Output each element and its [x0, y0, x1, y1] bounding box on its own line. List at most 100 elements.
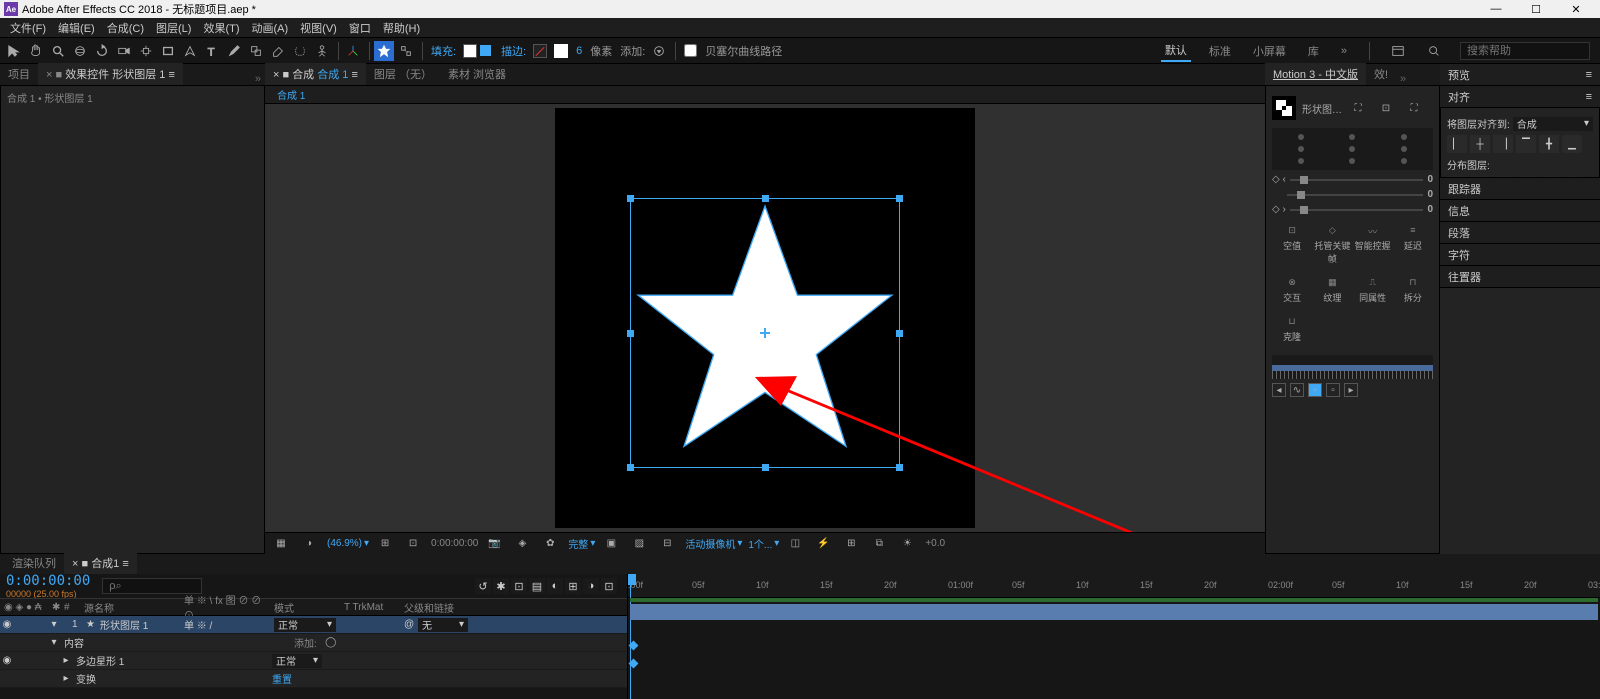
contents-group[interactable]: 内容 [60, 635, 290, 650]
stroke-label[interactable]: 描边: [501, 43, 526, 59]
workspace-small[interactable]: 小屏幕 [1249, 41, 1290, 61]
twirl-transform[interactable]: ▸ [60, 673, 72, 684]
tab-motion3[interactable]: Motion 3 - 中文版 [1265, 63, 1366, 85]
motion-sameprop-button[interactable]: ⎍同属性 [1353, 277, 1393, 304]
pan-behind-tool-icon[interactable] [136, 41, 156, 61]
motion-slider-2[interactable] [1287, 194, 1423, 196]
rect-tool-icon[interactable] [158, 41, 178, 61]
panel-info-header[interactable]: 信息 [1440, 200, 1600, 222]
twirl-contents[interactable]: ▾ [48, 637, 60, 648]
exposure-reset-icon[interactable]: ☀ [897, 534, 917, 554]
orbit-tool-icon[interactable] [70, 41, 90, 61]
blend-mode-dropdown[interactable]: 正常▾ [274, 618, 336, 632]
viewer-time[interactable]: 0:00:00:00 [431, 538, 478, 549]
handle-bc[interactable] [762, 464, 769, 471]
res-icon[interactable]: ⊞ [375, 534, 395, 554]
camera-dropdown[interactable]: 活动摄像机 ▾ [685, 536, 742, 551]
panel-align-header[interactable]: 对齐≡ [1440, 86, 1600, 108]
motion-expand-icon[interactable]: ⛶ [1348, 98, 1368, 118]
anchor-point-icon[interactable] [760, 328, 770, 338]
motion-keyframe-button[interactable]: ◇托管关键帧 [1312, 225, 1352, 265]
panel-paragraph-header[interactable]: 段落 [1440, 222, 1600, 244]
brush-tool-icon[interactable] [224, 41, 244, 61]
star-shape-icon[interactable] [374, 41, 394, 61]
handle-tl[interactable] [627, 195, 634, 202]
menu-0[interactable]: 文件(F) [4, 20, 52, 36]
menu-2[interactable]: 合成(C) [101, 20, 150, 36]
tl-brain-icon[interactable]: ⊡ [601, 578, 617, 594]
anchor-grid[interactable] [1272, 128, 1433, 170]
3d-view-icon[interactable]: ⊟ [657, 534, 677, 554]
twirl-layer-1[interactable]: ▾ [48, 619, 60, 630]
snap-icon[interactable] [396, 41, 416, 61]
fill-label[interactable]: 填充: [431, 43, 456, 59]
fast-preview-icon[interactable]: ⚡ [813, 534, 833, 554]
stroke-width-swatch[interactable] [554, 44, 568, 58]
tab-effects-short[interactable]: 效! [1366, 63, 1396, 85]
workspace-default[interactable]: 默认 [1161, 40, 1191, 62]
menu-7[interactable]: 窗口 [343, 20, 377, 36]
motion-texture-button[interactable]: ▦纹理 [1312, 277, 1352, 304]
viewer-mask-icon[interactable]: ◑ [299, 534, 319, 554]
hand-tool-icon[interactable] [26, 41, 46, 61]
tl-frame-blend-icon[interactable]: ▤ [529, 578, 545, 594]
workspace-standard[interactable]: 标准 [1205, 41, 1235, 61]
fill-swatch[interactable] [463, 44, 477, 58]
panel-wiggler-header[interactable]: 往置器 [1440, 266, 1600, 288]
camera-tool-icon[interactable] [114, 41, 134, 61]
fill-toggle[interactable] [480, 45, 491, 56]
stroke-px-value[interactable]: 6 [576, 45, 582, 57]
bezier-checkbox[interactable] [684, 44, 697, 57]
col-source-name[interactable]: 源名称 [80, 600, 180, 615]
local-axis-icon[interactable] [343, 41, 363, 61]
tl-shy-icon[interactable]: ⊡ [511, 578, 527, 594]
align-bottom-icon[interactable]: ▁ [1562, 135, 1582, 153]
color-mgmt-icon[interactable]: ✿ [540, 534, 560, 554]
motion-interact-button[interactable]: ⊗交互 [1272, 277, 1312, 304]
polystar-mode-dropdown[interactable]: 正常▾ [272, 654, 322, 668]
transform-group[interactable]: 变换 [72, 671, 268, 686]
polystar-group[interactable]: 多边星形 1 [72, 653, 268, 668]
selection-tool-icon[interactable] [4, 41, 24, 61]
pixel-aspect-icon[interactable]: ◫ [785, 534, 805, 554]
channel-icon[interactable]: ⊡ [403, 534, 423, 554]
eraser-tool-icon[interactable] [268, 41, 288, 61]
timeline-layer-1[interactable]: ◉ ▾ 1 ★ 形状图层 1 单 ※ / 正常▾ @ 无▾ [0, 616, 627, 634]
panel-tracker-header[interactable]: 跟踪器 [1440, 178, 1600, 200]
panel-character-header[interactable]: 字符 [1440, 244, 1600, 266]
twirl-polystar[interactable]: ▸ [60, 655, 72, 666]
roto-tool-icon[interactable] [290, 41, 310, 61]
puppet-tool-icon[interactable] [312, 41, 332, 61]
pickwhip-icon[interactable]: @ [400, 619, 414, 630]
layer-1-bar[interactable] [630, 604, 1598, 620]
view-layout-dropdown[interactable]: 1个... ▾ [748, 536, 779, 551]
motion-clone-button[interactable]: ⊔克隆 [1272, 316, 1312, 343]
comp-flowchart-tab[interactable]: 合成 1 [271, 87, 311, 102]
handle-mr[interactable] [896, 330, 903, 337]
panel-preview-header[interactable]: 预览≡ [1440, 64, 1600, 86]
rotate-tool-icon[interactable] [92, 41, 112, 61]
comp-flowchart-icon[interactable]: ⧉ [869, 534, 889, 554]
workspace-more-icon[interactable]: » [1337, 43, 1351, 59]
motion-mode-a[interactable]: ▫ [1308, 383, 1322, 397]
align-left-icon[interactable]: ▏ [1447, 135, 1467, 153]
align-hcenter-icon[interactable]: ┼ [1470, 135, 1490, 153]
resolution-dropdown[interactable]: 完整 ▾ [568, 536, 595, 551]
layer-name-1[interactable]: 形状图层 1 [96, 617, 180, 632]
tab-footage[interactable]: 素材 浏览器 [440, 63, 514, 85]
stroke-swatch[interactable] [533, 44, 547, 58]
motion-slider-1[interactable] [1290, 179, 1424, 181]
keyframe-2[interactable] [629, 659, 639, 669]
motion-next-icon[interactable]: ▸ [1344, 383, 1358, 397]
tab-effect-controls[interactable]: × ■ 效果控件 形状图层 1 ≡ [38, 63, 183, 85]
panel-more-icon[interactable]: » [251, 73, 265, 85]
align-to-dropdown[interactable]: 合成▾ [1513, 117, 1593, 131]
menu-1[interactable]: 编辑(E) [52, 20, 101, 36]
pen-tool-icon[interactable] [180, 41, 200, 61]
motion-more-icon[interactable]: » [1396, 73, 1410, 85]
visibility-toggle[interactable]: ◉ [0, 619, 14, 630]
exposure-value[interactable]: +0.0 [925, 538, 945, 549]
motion-full-icon[interactable]: ⛶ [1404, 98, 1424, 118]
workspace-library[interactable]: 库 [1304, 41, 1323, 61]
current-timecode[interactable]: 0:00:00:00 [6, 573, 90, 589]
